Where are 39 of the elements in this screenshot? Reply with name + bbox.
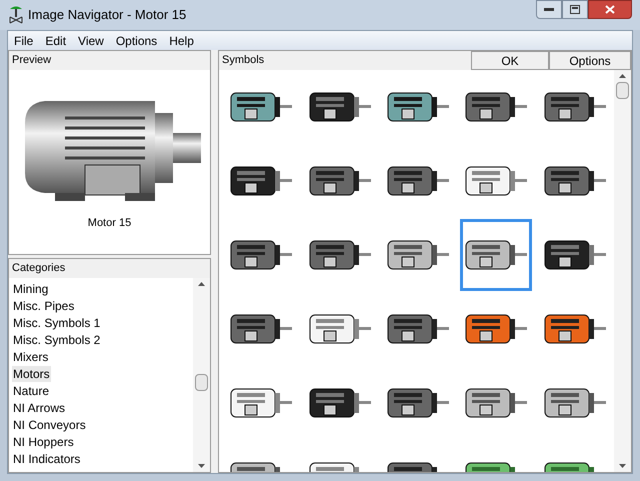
- category-item[interactable]: Nature: [12, 382, 50, 398]
- menu-item[interactable]: View: [72, 31, 110, 50]
- scroll-down-icon[interactable]: [619, 464, 626, 468]
- motor-symbol[interactable]: [460, 219, 532, 291]
- preview-caption: Motor 15: [88, 216, 132, 231]
- category-item[interactable]: Mining: [12, 280, 50, 296]
- panel-header: Symbols: [221, 53, 266, 68]
- scroll-thumb[interactable]: [195, 374, 208, 391]
- maximize-icon: [570, 5, 580, 14]
- minimize-icon: [544, 8, 554, 12]
- close-icon: [605, 5, 615, 14]
- menu-item[interactable]: File: [8, 31, 40, 50]
- category-item[interactable]: Misc. Symbols 2: [12, 332, 102, 348]
- scroll-up-icon[interactable]: [619, 74, 626, 78]
- category-item[interactable]: NI Conveyors: [12, 416, 87, 432]
- window-title: Image Navigator - Motor 15: [28, 6, 186, 24]
- maximize-button[interactable]: [562, 0, 588, 19]
- panel-header: Categories: [9, 259, 210, 278]
- category-item[interactable]: NI Hoppers: [12, 434, 75, 450]
- scroll-down-icon[interactable]: [198, 464, 205, 468]
- category-item[interactable]: Misc. Symbols 1: [12, 314, 102, 330]
- close-button[interactable]: [588, 0, 632, 19]
- minimize-button[interactable]: [536, 0, 562, 19]
- menu-item[interactable]: Edit: [39, 31, 72, 50]
- menu-item[interactable]: Help: [163, 31, 200, 50]
- dialog-button[interactable]: OK: [471, 51, 549, 70]
- dialog-button[interactable]: Options: [549, 51, 631, 70]
- menu-item[interactable]: Options: [110, 31, 164, 50]
- category-item[interactable]: NI Indicators: [12, 450, 82, 466]
- app-icon: [8, 6, 24, 24]
- category-item[interactable]: NI Arrows: [12, 400, 66, 416]
- scroll-up-icon[interactable]: [198, 282, 205, 286]
- scrollbar[interactable]: [614, 70, 631, 472]
- scrollbar[interactable]: [193, 278, 210, 472]
- category-item[interactable]: Misc. Pipes: [12, 298, 76, 314]
- category-item[interactable]: Mixers: [12, 348, 50, 364]
- panel-header: Preview: [9, 51, 210, 70]
- category-item[interactable]: Motors: [12, 366, 51, 382]
- scroll-thumb[interactable]: [616, 82, 629, 99]
